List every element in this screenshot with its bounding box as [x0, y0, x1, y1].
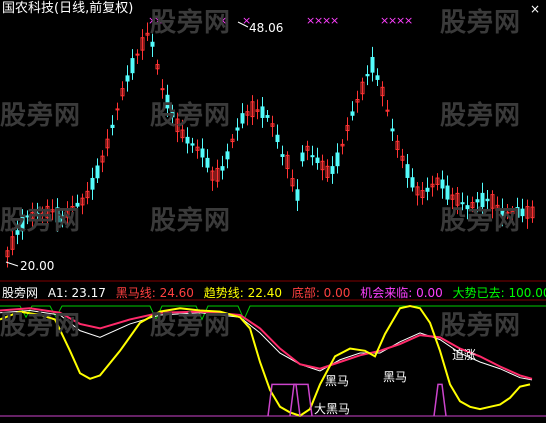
annotation-heima: 黑马: [383, 370, 408, 384]
watermark: 股旁网: [0, 206, 82, 236]
chart-title: 国农科技(日线,前复权): [2, 1, 134, 16]
high-price-label: 48.06: [249, 21, 284, 35]
indicator-heima: 黑马线: 24.60: [115, 286, 194, 300]
watermark: 股旁网: [440, 101, 522, 131]
indicator-dashi: 大势已去: 100.00: [452, 286, 546, 300]
candle-body: [365, 74, 370, 77]
candle-body: [300, 152, 305, 162]
watermark: 股旁网: [0, 101, 82, 131]
candle-body: [375, 75, 380, 80]
signal-spike: [289, 383, 313, 417]
candle-body: [335, 152, 340, 167]
candle-body: [390, 128, 395, 132]
candle-body: [130, 58, 135, 74]
chart-window[interactable]: { "title": "国农科技(日线,前复权)", "close_glyph"…: [0, 0, 546, 423]
candle-body: [440, 179, 445, 189]
candle-body: [280, 154, 285, 157]
candle-body: [115, 108, 120, 111]
candle-body: [425, 187, 430, 192]
candle-body: [205, 157, 210, 168]
candle-body: [295, 189, 300, 201]
signal-spike: [267, 383, 301, 417]
candle-body: [350, 111, 355, 116]
annotation-zhuizhang: 追涨: [452, 348, 477, 362]
candle-body: [190, 143, 195, 146]
candle-body: [260, 106, 265, 118]
indicator-jihui: 机会来临: 0.00: [360, 286, 443, 300]
watermark: 股旁网: [150, 8, 232, 38]
candle-body: [240, 113, 245, 124]
candle-body: [95, 165, 100, 179]
candle-body: [315, 157, 320, 164]
annotation-heima: 黑马: [325, 374, 350, 388]
indicator-a1: A1: 23.17: [47, 286, 106, 300]
indicator-dibu: 底部: 0.00: [291, 286, 351, 300]
candle-body: [405, 164, 410, 178]
candle-body: [125, 75, 130, 82]
candle-body: [90, 177, 95, 190]
candle-body: [265, 115, 270, 118]
signal-marker: ×: [330, 14, 339, 27]
annotation-daheima: 大黑马: [314, 402, 351, 416]
watermark: 股旁网: [150, 206, 232, 236]
candle-body: [310, 155, 315, 158]
indicator-qushi: 趋势线: 22.40: [203, 286, 282, 300]
candle-body: [235, 127, 240, 131]
watermark: 股旁网: [440, 206, 522, 236]
watermark: 股旁网: [150, 101, 232, 131]
candle-body: [275, 134, 280, 143]
candle-body: [330, 166, 335, 174]
candle-body: [445, 185, 450, 200]
watermark: 股旁网: [150, 311, 232, 341]
indicator-name[interactable]: 股旁网: [2, 286, 38, 300]
watermark: 股旁网: [440, 8, 522, 38]
signal-spike: [433, 383, 447, 417]
candle-body: [410, 177, 415, 188]
candle-body: [185, 136, 190, 144]
candle-body: [160, 88, 165, 91]
candle-body: [200, 148, 205, 158]
candle-body: [110, 124, 115, 128]
candle-body: [225, 151, 230, 160]
candle-body: [220, 166, 225, 171]
close-icon[interactable]: ×: [530, 2, 540, 16]
candle-body: [135, 53, 140, 56]
low-price-label: 20.00: [20, 259, 55, 273]
candle-body: [370, 56, 375, 73]
indicator-legend: 股旁网 A1: 23.17 黑马线: 24.60 趋势线: 22.40 底部: …: [2, 284, 546, 300]
candle-body: [520, 208, 525, 217]
signal-marker: ×: [404, 14, 413, 27]
candle-body: [150, 41, 155, 47]
watermark: 股旁网: [0, 311, 82, 341]
watermark: 股旁网: [440, 311, 522, 341]
